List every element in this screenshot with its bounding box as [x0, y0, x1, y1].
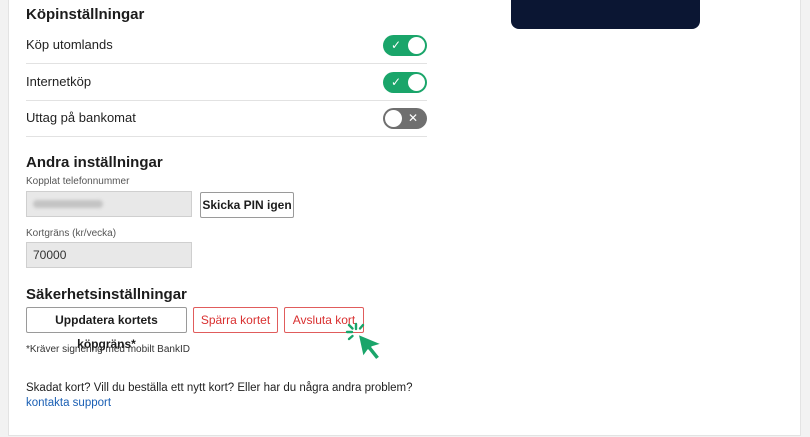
bankid-note: *Kräver signering med mobilt BankID — [26, 344, 190, 355]
setting-row-internet: Internetköp ✓ — [26, 64, 427, 101]
phone-field-label: Kopplat telefonnummer — [26, 176, 130, 187]
toggle-knob — [385, 110, 402, 127]
limit-field-label: Kortgräns (kr/vecka) — [26, 228, 117, 239]
setting-label: Internetköp — [26, 74, 92, 89]
close-icon: ✕ — [407, 111, 418, 125]
check-icon: ✓ — [391, 38, 402, 52]
block-card-button[interactable]: Spärra kortet — [193, 307, 278, 333]
resend-pin-button[interactable]: Skicka PIN igen — [200, 192, 294, 218]
card-limit-field[interactable]: 70000 — [26, 242, 192, 268]
contact-support-link[interactable]: kontakta support — [26, 397, 111, 409]
setting-row-atm: Uttag på bankomat ✕ — [26, 100, 427, 137]
setting-label: Köp utomlands — [26, 37, 113, 52]
card-preview-image — [511, 0, 700, 29]
toggle-knob — [408, 37, 425, 54]
help-text-body: Skadat kort? Vill du beställa ett nytt k… — [26, 382, 413, 394]
purchase-settings-heading: Köpinställningar — [26, 6, 145, 23]
click-cursor-icon — [345, 322, 383, 361]
internet-purchase-toggle[interactable]: ✓ — [383, 72, 427, 93]
redacted-phone-number — [33, 200, 103, 208]
abroad-purchase-toggle[interactable]: ✓ — [383, 35, 427, 56]
other-settings-heading: Andra inställningar — [26, 154, 163, 171]
atm-withdrawal-toggle[interactable]: ✕ — [383, 108, 427, 129]
help-text: Skadat kort? Vill du beställa ett nytt k… — [26, 381, 426, 411]
update-limit-button[interactable]: Uppdatera kortets köpgräns* — [26, 307, 187, 351]
check-icon: ✓ — [391, 75, 402, 89]
toggle-knob — [408, 74, 425, 91]
security-settings-heading: Säkerhetsinställningar — [26, 286, 187, 303]
setting-row-abroad: Köp utomlands ✓ — [26, 27, 427, 64]
phone-number-field[interactable] — [26, 191, 192, 217]
setting-label: Uttag på bankomat — [26, 110, 136, 125]
